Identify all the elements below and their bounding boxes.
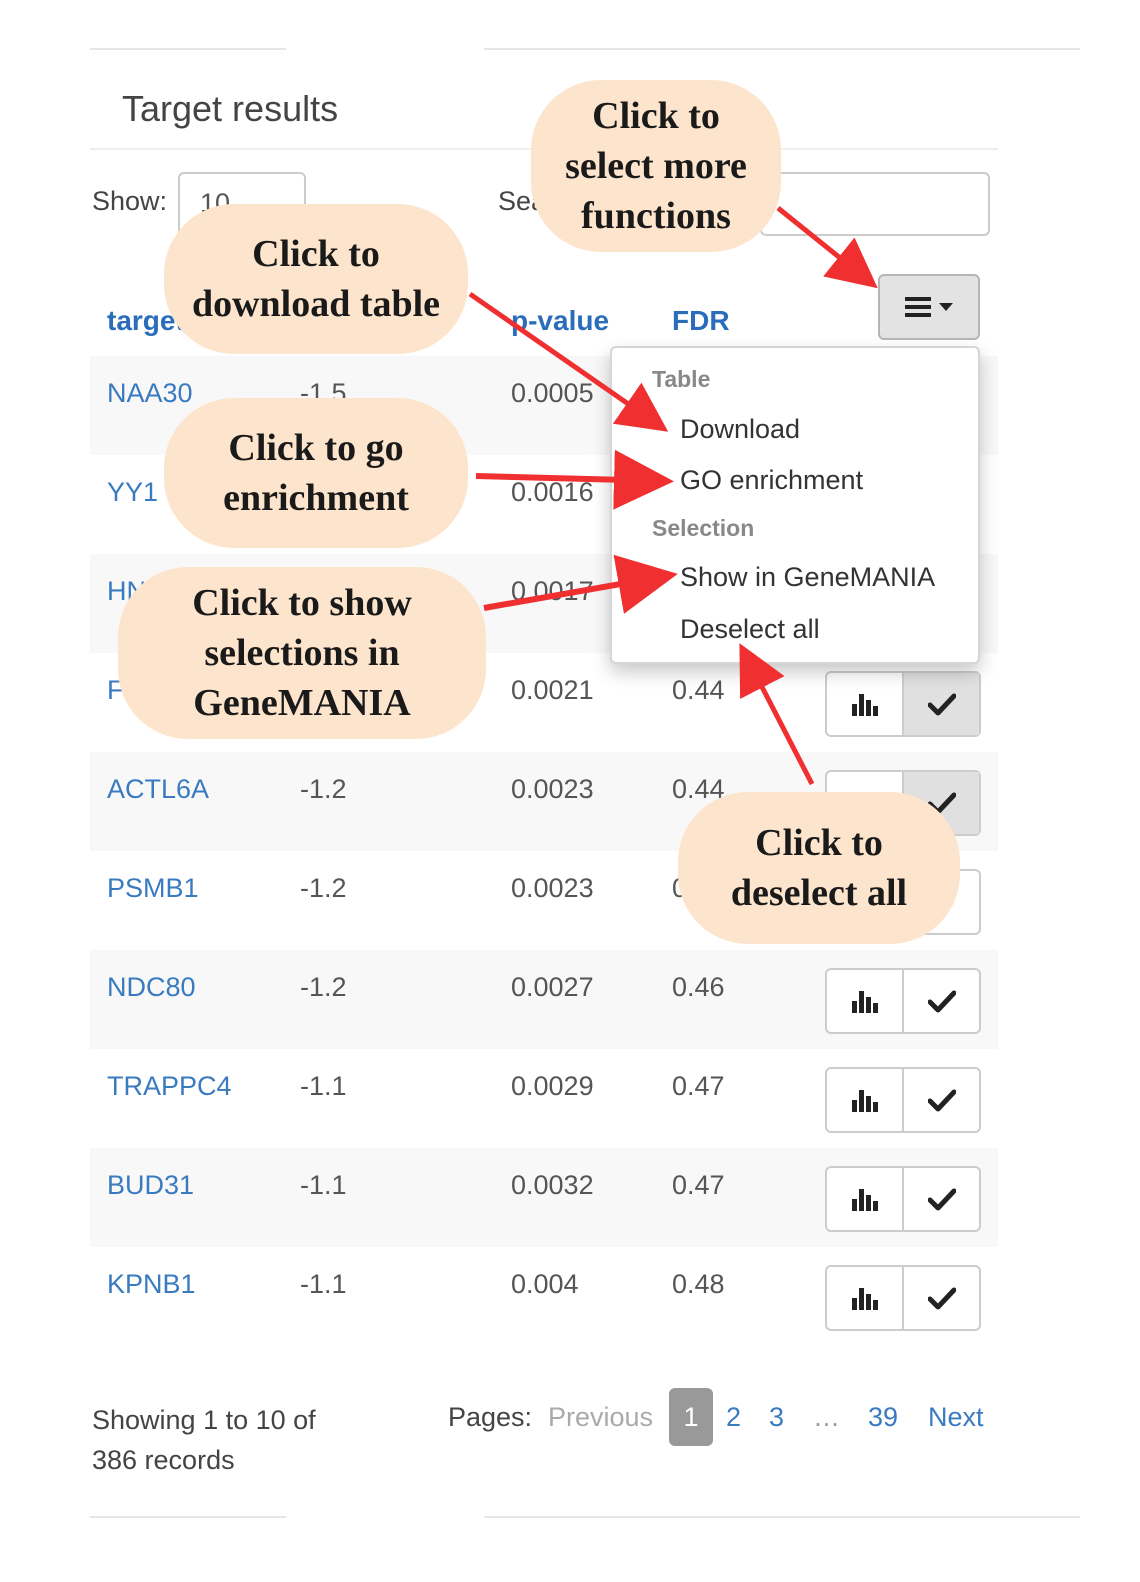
callout-go-enrichment-text: Click to go enrichment xyxy=(223,427,409,519)
callout-download-table-text: Click to download table xyxy=(191,233,441,325)
arrow-genemania xyxy=(483,554,678,614)
callout-more-functions: Click to select more functions xyxy=(531,80,781,252)
callout-more-functions-text: Click to select more functions xyxy=(565,95,747,237)
callout-deselect-all-text: Click to deselect all xyxy=(730,822,908,914)
callout-download-table: Click to download table xyxy=(164,204,468,354)
callout-go-enrichment: Click to go enrichment xyxy=(164,398,468,548)
arrow-download xyxy=(468,291,669,432)
callout-show-genemania-text: Click to show selections in GeneMANIA xyxy=(192,582,412,724)
callout-deselect-all: Click to deselect all xyxy=(678,792,960,944)
arrow-go-enrichment xyxy=(475,449,674,510)
callout-show-genemania: Click to show selections in GeneMANIA xyxy=(118,567,486,739)
arrow-deselect-all xyxy=(739,643,815,786)
arrow-more-functions xyxy=(776,206,878,289)
